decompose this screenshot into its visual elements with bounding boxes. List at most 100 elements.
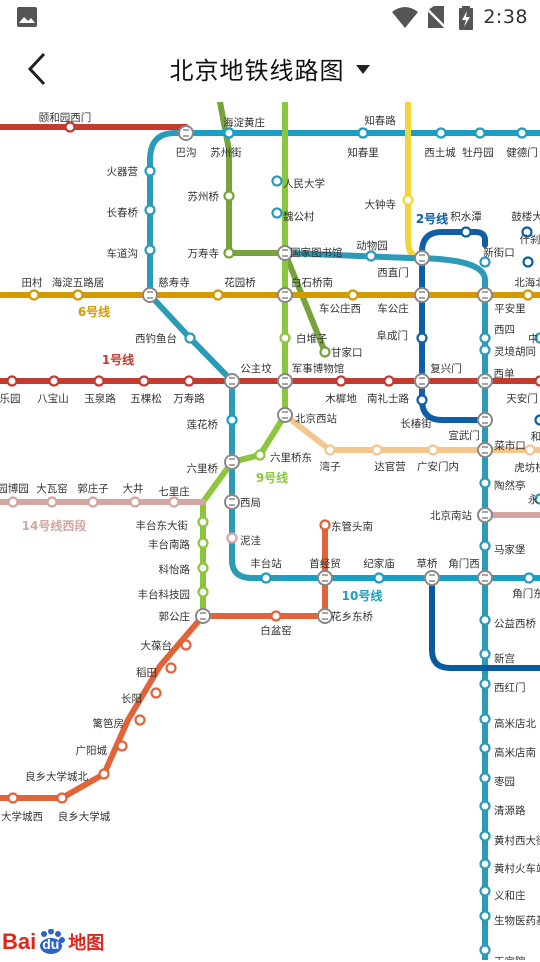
station-label-xizhimen[interactable]: 西直门 (377, 266, 409, 279)
station-qingyuanlu[interactable] (481, 802, 490, 811)
station-label-caishikou[interactable]: 菜市口 (494, 439, 526, 452)
station-chegongzhuang-xi[interactable] (349, 291, 358, 300)
station-label-xitucheng[interactable]: 西土城 (424, 146, 456, 159)
station-nijie[interactable] (228, 534, 237, 543)
station-label-liuliqiao[interactable]: 六里桥 (187, 463, 219, 475)
station-jiaomendong[interactable] (525, 574, 534, 583)
station-label-lingjing-hutong[interactable]: 灵境胡同 (494, 345, 536, 358)
station-label-suzhouqiao[interactable]: 苏州桥 (188, 190, 220, 203)
station-label-changyang[interactable]: 长阳 (121, 693, 142, 705)
station-baipengyao[interactable] (272, 612, 281, 621)
station-label-zhichunlu[interactable]: 知春路 (364, 114, 396, 127)
station-xihongmen[interactable] (481, 680, 490, 689)
transfer-station-pinganli[interactable] (478, 288, 492, 302)
station-label-wanshoulu[interactable]: 万寿路 (173, 392, 205, 405)
station-zaoyuan[interactable] (481, 774, 490, 783)
station-label-daotian[interactable]: 稻田 (136, 667, 157, 679)
station-lianhuaqiao[interactable] (228, 416, 237, 425)
station-label-yihezhuang[interactable]: 义和庄 (494, 889, 526, 902)
station-fuchengmen[interactable] (418, 334, 427, 343)
station-dongguantounan[interactable] (321, 521, 330, 530)
station-label-huangcun-xidajie[interactable]: 黄村西大街 (494, 834, 540, 847)
station-label-nijie[interactable]: 泥洼 (240, 534, 261, 547)
station-guozhuangzi[interactable] (89, 498, 98, 507)
station-suzhouqiao[interactable] (225, 192, 234, 201)
station-guangyangcheng[interactable] (118, 742, 127, 751)
station-label-tianguyuan[interactable]: 天宫院 (494, 955, 526, 960)
station-label-haidian-wulubao[interactable]: 海淀五路居 (52, 276, 105, 289)
station-label-pinganli[interactable]: 平安里 (494, 302, 526, 315)
station-label-qilizhuang[interactable]: 七里庄 (158, 485, 190, 498)
transfer-station-huaxiang-dongqiao[interactable] (318, 609, 332, 623)
transfer-station-xizhimen[interactable] (415, 251, 429, 265)
transfer-station-junshi-bowuguan[interactable] (278, 374, 292, 388)
station-label-chedaogou[interactable]: 车道沟 (107, 247, 139, 260)
station-muxidi[interactable] (337, 377, 346, 386)
station-label-shengwu-yiyao-jidi[interactable]: 生物医药基 (494, 914, 540, 927)
station-lingjing-hutong[interactable] (481, 346, 490, 355)
station-label-taoranting[interactable]: 陶然亭 (494, 479, 526, 492)
station-label-jiaomenxi[interactable]: 角门西 (448, 557, 480, 570)
station-label-qingyuanlu[interactable]: 清源路 (494, 804, 526, 817)
station-label-baishiqiao-nan[interactable]: 白石桥南 (291, 276, 333, 289)
station-label-dabaotai[interactable]: 大葆台 (141, 639, 173, 652)
station-label-liangxiang-daxuecheng[interactable]: 良乡大学城 (58, 810, 111, 823)
transfer-station-jiaomenxi[interactable] (478, 571, 492, 585)
station-daguanying[interactable] (373, 446, 382, 455)
station-dazhongsi[interactable] (404, 196, 413, 205)
station-fengtaizhan[interactable] (262, 574, 271, 583)
station-changyang[interactable] (152, 689, 161, 698)
station-label-xiju[interactable]: 西局 (240, 497, 261, 509)
station-dabaotai[interactable] (182, 641, 191, 650)
transfer-station-beijing-nanzhan[interactable] (478, 508, 492, 522)
station-renmin-daxue[interactable] (273, 177, 282, 186)
station-gaomidianbei[interactable] (481, 715, 490, 724)
station-haidian-wulubao[interactable] (74, 291, 83, 300)
station-label-chegongzhuang-xi[interactable]: 车公庄西 (319, 302, 361, 315)
station-label-he[interactable]: 和 (531, 431, 540, 443)
station-jijiamiao[interactable] (375, 574, 384, 583)
station-label-muxidi[interactable]: 木樨地 (325, 392, 357, 405)
station-beihai-bei[interactable] (524, 291, 533, 300)
transfer-station-chegongzhuang[interactable] (415, 288, 429, 302)
station-ganjiakou[interactable] (321, 348, 330, 357)
station-hufangqiao[interactable] (526, 446, 535, 455)
transfer-station-fuxingmen[interactable] (415, 374, 429, 388)
station-huoqiying[interactable] (146, 167, 155, 176)
station-label-yongdingmen[interactable]: 永 (528, 493, 539, 506)
station-majiabao[interactable] (481, 542, 490, 551)
station-liangxiang-daxuecheng[interactable] (58, 794, 67, 803)
transfer-station-bagou[interactable] (179, 126, 193, 140)
station-label-daxuechengxi[interactable]: 大学城西 (1, 810, 43, 823)
station-label-gaomidianbei[interactable]: 高米店北 (494, 717, 536, 730)
transfer-station-cishousi[interactable] (143, 288, 157, 302)
station-weigongcun[interactable] (273, 209, 282, 218)
transfer-station-xidan[interactable] (478, 374, 492, 388)
transfer-station-beijing-xizhan[interactable] (278, 408, 292, 422)
station-label-yuquanlu[interactable]: 玉泉路 (84, 392, 116, 405)
station-label-guanganmennei[interactable]: 广安门内 (417, 460, 459, 473)
station-label-tiananmen-xi[interactable]: 天安门 (506, 392, 538, 405)
station-label-yuanboyuan[interactable]: 园博园 (0, 482, 29, 495)
station-label-weigongcun[interactable]: 魏公村 (283, 210, 315, 223)
station-label-baiduizi[interactable]: 白堆子 (296, 332, 328, 345)
station-label-majiabao[interactable]: 马家堡 (494, 543, 526, 556)
station-label-daguanying[interactable]: 达官营 (374, 460, 406, 473)
station-label-caoqiao[interactable]: 草桥 (417, 558, 438, 570)
station-xitucheng[interactable] (437, 129, 446, 138)
city-selector[interactable]: 北京地铁线路图 (170, 51, 371, 86)
station-baiduizi[interactable] (281, 334, 290, 343)
station-label-gongzhufen[interactable]: 公主坟 (240, 362, 272, 375)
station-dawayao[interactable] (48, 498, 57, 507)
station-fengtai-dongdajie[interactable] (199, 518, 208, 527)
station-label-xihongmen[interactable]: 西红门 (494, 681, 526, 694)
station-label-jiaomendong[interactable]: 角门东 (512, 587, 540, 600)
station-label-mudanyuan[interactable]: 牡丹园 (462, 146, 494, 159)
station-label-jishuitan[interactable]: 积水潭 (450, 211, 482, 223)
station-liuliqiao-dong[interactable] (256, 451, 265, 460)
station-label-ganjiakou[interactable]: 甘家口 (331, 346, 363, 359)
station-label-guogongzhuang[interactable]: 郭公庄 (159, 610, 191, 623)
station-label-zhongnanhai[interactable]: 中 (528, 332, 539, 345)
station-label-junshi-bowuguan[interactable]: 军事博物馆 (292, 362, 345, 375)
station-label-shichahai[interactable]: 什刹 (520, 234, 540, 246)
